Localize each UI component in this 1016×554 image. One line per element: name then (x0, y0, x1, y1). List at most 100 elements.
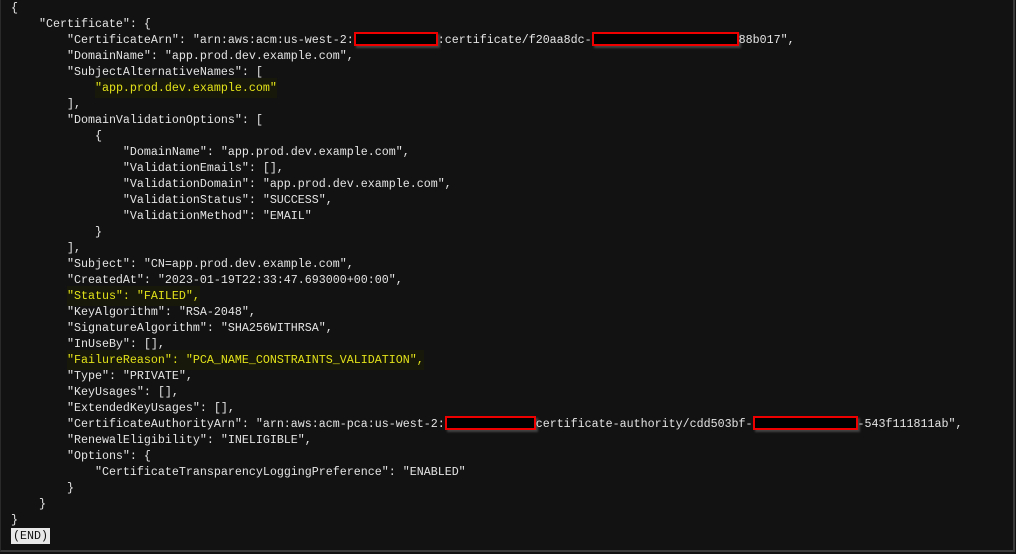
line-text: ], (67, 97, 81, 111)
json-text: "Subject": "CN=app.prod.dev.example.com"… (66, 257, 354, 271)
json-text: { (94, 129, 102, 143)
json-text: "DomainValidationOptions": [ (66, 113, 263, 127)
line-text: "SignatureAlgorithm": "SHA256WITHRSA", (67, 321, 333, 335)
line-text: "CertificateAuthorityArn": "arn:aws:acm-… (67, 416, 962, 431)
highlighted-text: "FailureReason": "PCA_NAME_CONSTRAINTS_V… (66, 350, 424, 370)
line-text: "InUseBy": [], (67, 337, 165, 351)
json-line: } (11, 224, 102, 240)
redaction-box (353, 32, 438, 46)
json-line: "FailureReason": "PCA_NAME_CONSTRAINTS_V… (11, 350, 424, 370)
json-text: ], (66, 97, 81, 111)
json-line: "ExtendedKeyUsages": [], (11, 400, 235, 416)
highlighted-text: "Status": "FAILED", (66, 286, 200, 306)
json-text: "KeyUsages": [], (66, 385, 179, 399)
json-line: "Options": { (11, 448, 151, 464)
json-text: certificate-authority/cdd503bf- (535, 417, 753, 431)
json-line: "Certificate": { (11, 16, 151, 32)
pager-end-indicator: (END) (11, 528, 50, 544)
json-line: "CertificateAuthorityArn": "arn:aws:acm-… (11, 416, 962, 432)
json-text: "SignatureAlgorithm": "SHA256WITHRSA", (66, 321, 333, 335)
line-text: "DomainName": "app.prod.dev.example.com"… (123, 145, 410, 159)
json-text: "DomainName": "app.prod.dev.example.com"… (66, 49, 354, 63)
line-text: "Options": { (67, 449, 151, 463)
json-line: ], (11, 96, 81, 112)
json-line: "ValidationStatus": "SUCCESS", (11, 192, 333, 208)
line-text: { (11, 1, 18, 15)
line-text: "Type": "PRIVATE", (67, 369, 193, 383)
json-text: "CertificateTransparencyLoggingPreferenc… (94, 465, 466, 479)
line-text: "CreatedAt": "2023-01-19T22:33:47.693000… (67, 273, 403, 287)
redaction-box (591, 32, 739, 46)
json-text: "ExtendedKeyUsages": [], (66, 401, 235, 415)
line-text: "Subject": "CN=app.prod.dev.example.com"… (67, 257, 354, 271)
json-line: "KeyAlgorithm": "RSA-2048", (11, 304, 256, 320)
line-text: "ValidationEmails": [], (123, 161, 284, 175)
line-text: } (95, 225, 102, 239)
line-text: "DomainName": "app.prod.dev.example.com"… (67, 49, 354, 63)
json-line: "DomainName": "app.prod.dev.example.com"… (11, 144, 410, 160)
redaction-box (752, 416, 858, 430)
json-text: "InUseBy": [], (66, 337, 165, 351)
line-text: "KeyUsages": [], (67, 385, 179, 399)
json-text: "RenewalEligibility": "INELIGIBLE", (66, 433, 312, 447)
json-text: "ValidationDomain": "app.prod.dev.exampl… (122, 177, 452, 191)
line-text: } (11, 513, 18, 527)
line-text: "CertificateArn": "arn:aws:acm:us-west-2… (66, 32, 795, 47)
line-text: "SubjectAlternativeNames": [ (67, 65, 263, 79)
json-line: "Subject": "CN=app.prod.dev.example.com"… (11, 256, 354, 272)
line-text: "KeyAlgorithm": "RSA-2048", (67, 305, 256, 319)
json-text: { (11, 1, 18, 15)
json-line: "ValidationMethod": "EMAIL" (11, 208, 312, 224)
highlighted-text: "app.prod.dev.example.com" (94, 78, 277, 98)
json-line: "DomainName": "app.prod.dev.example.com"… (11, 48, 354, 64)
json-text: "KeyAlgorithm": "RSA-2048", (66, 305, 256, 319)
json-text: } (94, 225, 102, 239)
json-line: } (11, 480, 74, 496)
json-text: "Options": { (66, 449, 151, 463)
line-text: "ValidationDomain": "app.prod.dev.exampl… (123, 177, 452, 191)
line-text: "ValidationStatus": "SUCCESS", (123, 193, 333, 207)
json-text: "ValidationEmails": [], (122, 161, 284, 175)
json-text: 88b017", (738, 33, 795, 47)
json-line: } (11, 512, 18, 528)
json-text: "Certificate": { (38, 17, 151, 31)
terminal-window[interactable]: { "Certificate": { "CertificateArn": "ar… (0, 0, 1015, 552)
json-text: "FailureReason": "PCA_NAME_CONSTRAINTS_V… (66, 353, 424, 367)
json-text: "Status": "FAILED", (66, 289, 200, 303)
line-text: } (39, 497, 46, 511)
json-text: "CertificateArn": "arn:aws:acm:us-west-2… (66, 33, 354, 47)
line-text: "ValidationMethod": "EMAIL" (123, 209, 312, 223)
line-text: { (95, 129, 102, 143)
json-text: :certificate/f20aa8dc- (437, 33, 592, 47)
json-line: "CertificateArn": "arn:aws:acm:us-west-2… (11, 32, 795, 48)
json-text: "DomainName": "app.prod.dev.example.com"… (122, 145, 410, 159)
json-line: "Type": "PRIVATE", (11, 368, 193, 384)
pager-end-line: (END) (11, 528, 50, 544)
json-text: } (66, 481, 74, 495)
redaction-box (444, 416, 536, 430)
line-text: "ExtendedKeyUsages": [], (67, 401, 235, 415)
json-line: "KeyUsages": [], (11, 384, 179, 400)
